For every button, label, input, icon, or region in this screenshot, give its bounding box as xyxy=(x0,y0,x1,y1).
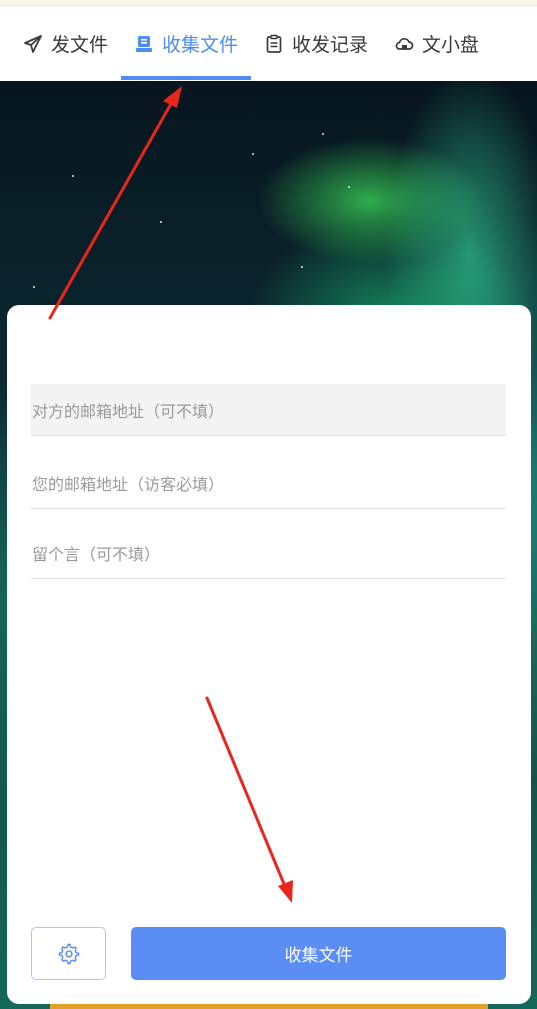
tab-collect-files[interactable]: 收集文件 xyxy=(121,6,252,81)
star xyxy=(252,153,254,155)
star xyxy=(160,221,162,223)
gear-icon xyxy=(58,943,79,964)
star xyxy=(322,133,324,135)
your-email-field[interactable]: 您的邮箱地址（访客必填） xyxy=(31,457,506,509)
tab-collect-files-label: 收集文件 xyxy=(162,34,239,56)
star xyxy=(72,175,74,177)
clipboard-icon xyxy=(266,34,282,53)
star xyxy=(33,286,35,288)
collect-files-button-label: 收集文件 xyxy=(284,946,353,966)
star xyxy=(348,186,350,188)
tab-bar: 发文件 收集文件 收发记录 文小盘 xyxy=(0,6,537,81)
message-field[interactable]: 留个言（可不填） xyxy=(31,527,506,579)
star xyxy=(301,266,303,268)
collect-files-button[interactable]: 收集文件 xyxy=(131,927,506,980)
settings-button[interactable] xyxy=(31,927,106,980)
your-email-placeholder: 您的邮箱地址（访客必填） xyxy=(32,474,225,494)
collect-form-card: 对方的邮箱地址（可不填） 您的邮箱地址（访客必填） 留个言（可不填） 收集文件 xyxy=(7,305,531,1004)
tab-send-file[interactable]: 发文件 xyxy=(10,6,121,81)
tab-history[interactable]: 收发记录 xyxy=(251,6,381,81)
tab-mini-drive[interactable]: 文小盘 xyxy=(381,6,492,81)
recipient-email-field[interactable]: 对方的邮箱地址（可不填） xyxy=(31,384,506,436)
message-placeholder: 留个言（可不填） xyxy=(32,544,161,564)
tab-send-file-label: 发文件 xyxy=(51,34,109,56)
tab-history-label: 收发记录 xyxy=(292,34,369,56)
inbox-icon xyxy=(136,35,153,52)
send-icon xyxy=(24,34,42,53)
recipient-email-placeholder: 对方的邮箱地址（可不填） xyxy=(32,401,225,421)
tab-mini-drive-label: 文小盘 xyxy=(422,34,480,56)
cloud-lock-icon xyxy=(395,37,414,50)
